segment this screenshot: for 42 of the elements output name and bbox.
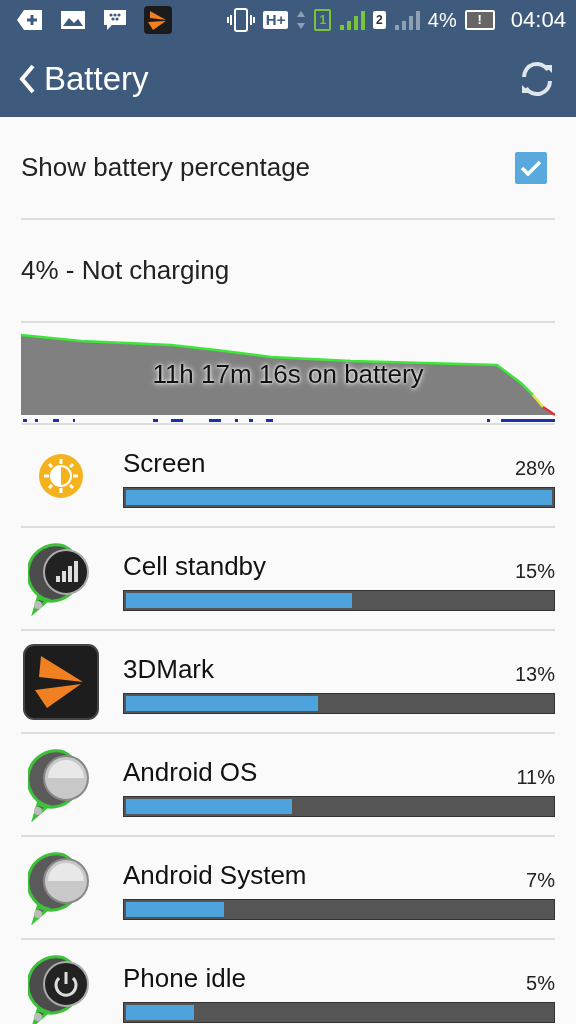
usage-percentage: 15% [514, 558, 555, 584]
check-icon [520, 158, 542, 177]
sim-card-indicator: 1 [314, 9, 332, 31]
usage-percentage: 28% [514, 455, 555, 481]
app-name: Phone idle [123, 961, 246, 995]
image-icon [60, 9, 86, 31]
sim-card-indicator: 2 [373, 11, 386, 29]
add-notification-icon [16, 9, 44, 31]
battery-percentage: 4% [427, 8, 457, 33]
charge-status: 4% - Not charging [21, 254, 230, 287]
usage-item[interactable]: Phone idle 5% [21, 940, 555, 1024]
app-name: 3DMark [123, 652, 214, 686]
app-icon [23, 643, 99, 720]
setting-label: Show battery percentage [21, 151, 311, 184]
app-icon [144, 6, 172, 34]
back-icon [18, 62, 36, 95]
app-name: Android OS [123, 755, 258, 789]
usage-item[interactable]: Android System 7% [21, 837, 555, 940]
network-type: H+ [262, 11, 289, 29]
screen-title: Battery [44, 58, 149, 99]
sun-icon [37, 451, 85, 500]
vibrate-icon [226, 7, 255, 33]
usage-percentage: 13% [514, 661, 555, 687]
back-button[interactable]: Battery [18, 53, 149, 104]
signal-icon [393, 9, 420, 31]
usage-percentage: 11% [516, 764, 555, 790]
checkbox[interactable] [515, 151, 547, 184]
usage-item[interactable]: Android OS 11% [21, 734, 555, 837]
clock: 04:04 [510, 6, 566, 35]
usage-percentage: 7% [526, 867, 555, 893]
usage-item[interactable]: Cell standby 15% [21, 528, 555, 631]
usage-item[interactable]: Screen 28% [21, 425, 555, 528]
usage-percentage: 5% [526, 970, 555, 996]
battery-icon: ! [464, 10, 495, 30]
chart-caption: 11h 17m 16s on battery [152, 358, 424, 391]
signal-icon [339, 9, 366, 31]
app-name: Screen [123, 446, 206, 480]
data-arrows-icon [296, 9, 307, 31]
app-name: Android System [123, 858, 307, 892]
chat-icon [102, 8, 128, 32]
app-name: Cell standby [123, 549, 267, 583]
usage-item[interactable]: 3DMark 13% [21, 631, 555, 734]
